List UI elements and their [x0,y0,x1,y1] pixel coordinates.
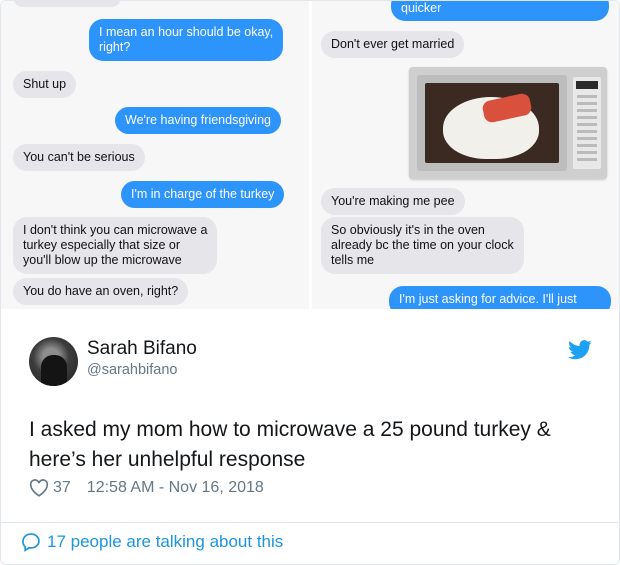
microwave-door [417,75,567,171]
message-bubble: I don't think you can microwave a turkey … [13,217,218,274]
right-conversation: quicker Don't ever get married You're ma… [313,1,617,309]
message-bubble: I mean an hour should be okay, right? [89,19,284,61]
microwave-display [576,81,598,89]
divider [309,1,312,309]
author-name[interactable]: Sarah Bifano [87,338,197,360]
microwave-control-panel [573,77,601,169]
message-bubble: I'm in charge of the turkey [121,181,285,208]
like-count[interactable]: 37 [53,479,71,497]
microwave-photo [409,67,607,179]
avatar[interactable] [29,337,78,386]
tweet: Sarah Bifano @sarahbifano I asked my mom… [1,311,619,564]
message-bubble: You do have an oven, right? [13,278,189,305]
heart-icon[interactable] [29,479,49,497]
speech-bubble-icon [22,533,40,552]
message-screenshots: I mean an hour should be okay, right? Shu… [1,1,619,309]
message-bubble: quicker [391,1,609,21]
divider [1,522,619,523]
microwave-window [425,83,559,163]
microwave-keypad [577,95,597,161]
message-bubble: You're making me pee [321,188,465,215]
tweet-text: I asked my mom how to microwave a 25 pou… [29,418,551,471]
message-bubble: You can't be serious [13,144,145,171]
tweet-card: I mean an hour should be okay, right? Shu… [0,0,620,565]
message-bubble: Don't ever get married [321,31,465,58]
message-bubble: Shut up [13,71,77,98]
twitter-bird-icon[interactable] [568,340,592,360]
conversation-link[interactable]: 17 people are talking about this [21,532,283,552]
tweet-timestamp[interactable]: 12:58 AM - Nov 16, 2018 [87,479,264,497]
conversation-count-label: 17 people are talking about this [47,532,284,551]
message-bubble-cutoff [13,1,121,7]
author-handle[interactable]: @sarahbifano [87,362,178,378]
left-conversation: I mean an hour should be okay, right? Shu… [5,1,307,309]
message-bubble: So obviously it's in the oven already bc … [321,217,524,274]
message-bubble: We're having friendsgiving [115,107,281,134]
message-bubble: I'm just asking for advice. I'll just [389,286,611,309]
tweet-meta: 37 12:58 AM - Nov 16, 2018 [29,479,264,497]
